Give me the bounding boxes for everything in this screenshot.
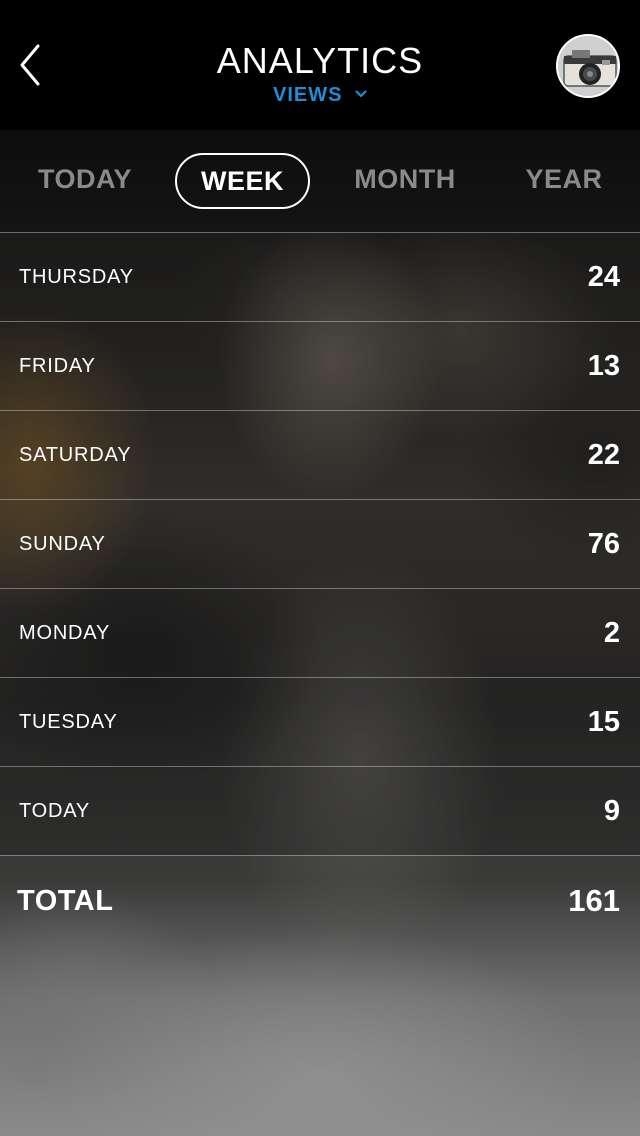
tab-month[interactable]: MONTH xyxy=(335,153,475,209)
total-count: 161 xyxy=(568,883,620,918)
view-count: 24 xyxy=(587,261,620,293)
view-count: 76 xyxy=(587,528,620,560)
tab-today[interactable]: TODAY xyxy=(20,153,150,209)
period-tabs: TODAY WEEK MONTH YEAR xyxy=(0,130,640,232)
day-label: THURSDAY xyxy=(19,266,134,288)
day-label: TODAY xyxy=(19,800,91,822)
list-item: SUNDAY 76 xyxy=(0,499,640,588)
views-dropdown[interactable]: VIEWS xyxy=(0,84,640,107)
views-list: THURSDAY 24 FRIDAY 13 SATURDAY 22 SUNDAY… xyxy=(0,232,640,945)
avatar[interactable] xyxy=(556,34,620,98)
page-title: ANALYTICS xyxy=(216,40,424,81)
day-label: TUESDAY xyxy=(19,711,118,733)
day-label: SUNDAY xyxy=(19,533,106,555)
list-item: FRIDAY 13 xyxy=(0,321,640,410)
day-label: SATURDAY xyxy=(19,444,132,466)
list-item: MONDAY 2 xyxy=(0,588,640,677)
view-count: 2 xyxy=(603,617,620,649)
list-item: SATURDAY 22 xyxy=(0,410,640,499)
list-item: THURSDAY 24 xyxy=(0,232,640,321)
tab-year[interactable]: YEAR xyxy=(505,153,623,209)
analytics-screen: ANALYTICS VIEWS TODAY WEEK MONTH YEAR TH… xyxy=(0,0,640,1136)
list-item: TODAY 9 xyxy=(0,766,640,855)
chevron-down-icon xyxy=(355,90,367,97)
view-count: 13 xyxy=(587,350,620,382)
total-label: TOTAL xyxy=(17,885,114,917)
total-row: TOTAL 161 xyxy=(0,855,640,945)
day-label: FRIDAY xyxy=(19,355,96,377)
header-bar: ANALYTICS VIEWS xyxy=(0,0,640,130)
view-count: 9 xyxy=(603,795,620,827)
views-dropdown-label: VIEWS xyxy=(272,84,343,106)
list-item: TUESDAY 15 xyxy=(0,677,640,766)
day-label: MONDAY xyxy=(19,622,111,644)
view-count: 15 xyxy=(587,706,620,738)
view-count: 22 xyxy=(587,439,620,471)
tab-week[interactable]: WEEK xyxy=(175,153,310,209)
